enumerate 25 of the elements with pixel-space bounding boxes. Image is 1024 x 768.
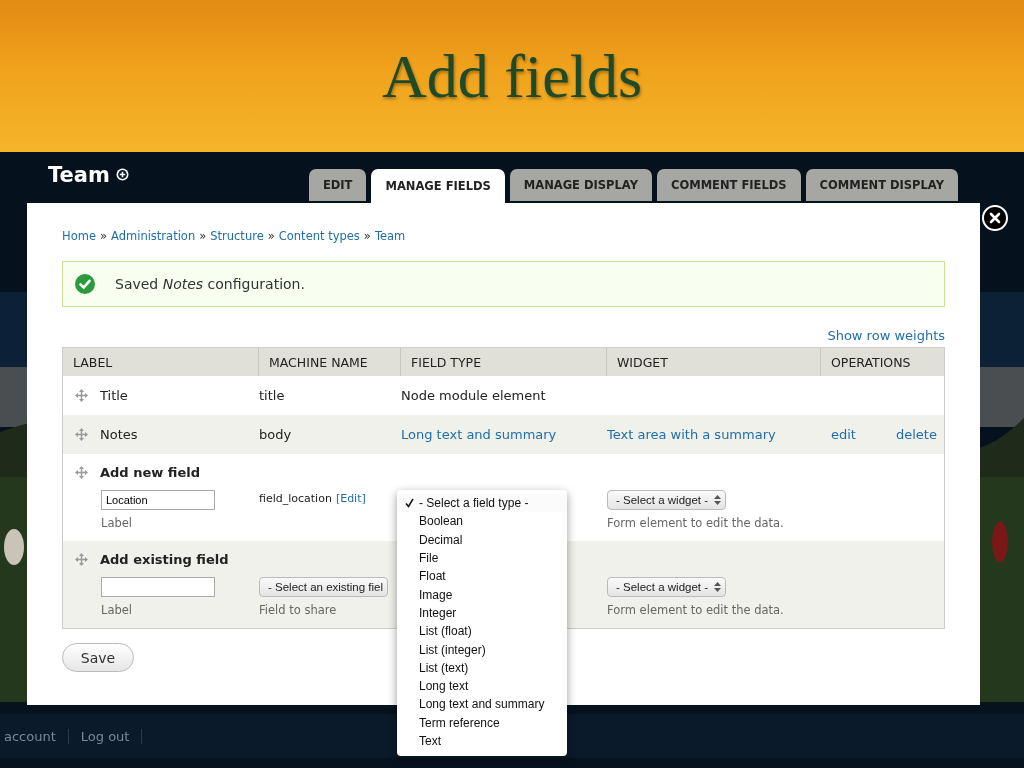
select-caption: Form element to edit the data. <box>607 603 784 617</box>
machine-name: field_location <box>259 492 332 505</box>
machine-name: body <box>259 427 292 442</box>
section-title: Add existing field <box>100 552 229 567</box>
slide-title: Add fields <box>382 40 642 112</box>
machine-name: title <box>259 388 285 403</box>
field-type: Node module element <box>401 388 546 403</box>
field-label: Notes <box>100 427 138 442</box>
column-header: FIELD TYPE <box>401 348 607 376</box>
column-header: LABEL <box>63 348 259 376</box>
input-caption: Label <box>101 516 133 530</box>
column-header: WIDGET <box>607 348 821 376</box>
breadcrumb-separator: » <box>199 229 207 243</box>
section-title: Add new field <box>100 465 201 480</box>
message-text: Saved Notes configuration. <box>115 276 305 292</box>
breadcrumb-separator: » <box>363 229 371 243</box>
field-label: Title <box>100 388 128 403</box>
column-header: OPERATIONS <box>821 348 944 376</box>
breadcrumb-separator: » <box>99 229 107 243</box>
breadcrumb-separator: » <box>267 229 275 243</box>
column-header: MACHINE NAME <box>259 348 401 376</box>
select-caption: Form element to edit the data. <box>607 516 784 530</box>
input-caption: Label <box>101 603 133 617</box>
page-title: Team <box>48 162 110 187</box>
select-caption: Field to share <box>259 603 337 617</box>
